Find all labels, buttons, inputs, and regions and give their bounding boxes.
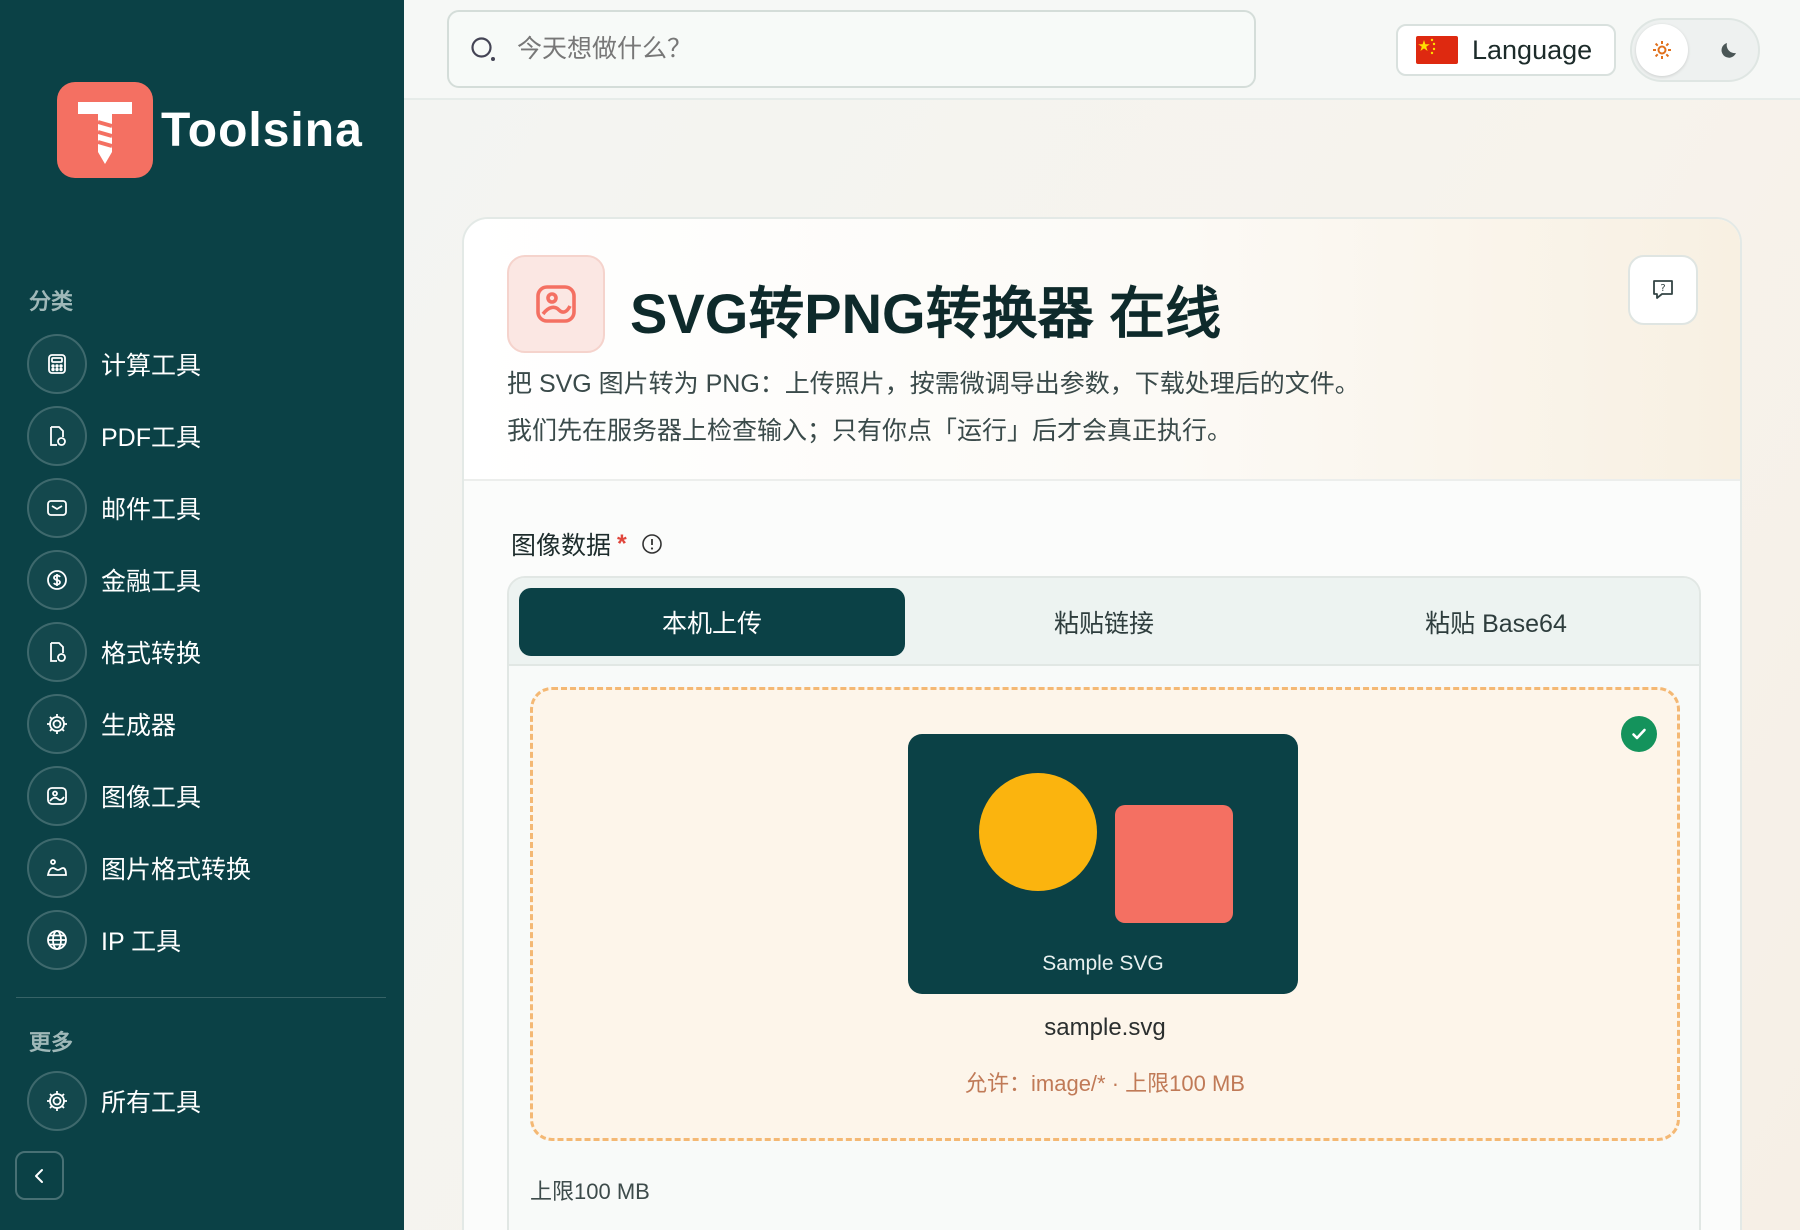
topbar: Language: [404, 0, 1800, 100]
sidebar-item-label: PDF工具: [101, 424, 202, 452]
tab-paste-base64[interactable]: 粘贴 Base64: [1303, 588, 1689, 656]
size-limit: 上限100 MB: [530, 1179, 650, 1204]
more-nav: 所有工具: [27, 1065, 387, 1137]
sidebar-item-label: 金融工具: [101, 568, 202, 596]
sidebar-item-ip[interactable]: IP 工具: [27, 904, 387, 976]
field-label-text: 图像数据: [511, 532, 612, 560]
required-mark: *: [617, 529, 627, 558]
moon-icon[interactable]: [1714, 34, 1746, 66]
tab-paste-link[interactable]: 粘贴链接: [911, 588, 1297, 656]
sidebar-item-generator[interactable]: 生成器: [27, 688, 387, 760]
sidebar-item-pdf[interactable]: PDF工具: [27, 400, 387, 472]
theme-toggle[interactable]: [1630, 18, 1760, 82]
input-tabs: 本机上传 粘贴链接 粘贴 Base64: [509, 578, 1699, 666]
preview-label: Sample SVG: [1042, 952, 1164, 975]
chip-icon: [27, 694, 87, 754]
svg-text:?: ?: [1660, 283, 1665, 294]
search-box[interactable]: [447, 10, 1256, 88]
tab-local-upload[interactable]: 本机上传: [519, 588, 905, 656]
sidebar-item-image[interactable]: 图像工具: [27, 760, 387, 832]
sidebar-item-label: 生成器: [101, 712, 177, 740]
chevron-left-icon: [34, 1168, 43, 1183]
sidebar-item-calculator[interactable]: 计算工具: [27, 328, 387, 400]
sidebar-item-label: 图片格式转换: [101, 856, 252, 884]
more-title: 更多: [29, 1030, 74, 1055]
convert-icon: [27, 622, 87, 682]
sidebar-item-all-tools[interactable]: 所有工具: [27, 1065, 387, 1137]
toolsina-logo-icon: [57, 82, 153, 178]
search-input[interactable]: [517, 34, 1217, 64]
tool-description-line-1: 把 SVG 图片转为 PNG：上传照片，按需微调导出参数，下载处理后的文件。: [507, 370, 1360, 398]
tool-description-line-2: 我们先在服务器上检查输入；只有你点「运行」后才会真正执行。: [507, 417, 1233, 445]
app-name: Toolsina: [161, 103, 363, 157]
picture-convert-icon: [27, 838, 87, 898]
sidebar-item-label: 邮件工具: [101, 496, 202, 524]
globe-icon: [27, 910, 87, 970]
sidebar-item-label: 格式转换: [101, 640, 202, 668]
collapse-sidebar-button[interactable]: [15, 1151, 64, 1200]
dollar-icon: [27, 550, 87, 610]
image-preview: Sample SVG: [908, 734, 1298, 994]
sidebar-item-label: IP 工具: [101, 928, 182, 956]
input-tabs-panel: 本机上传 粘贴链接 粘贴 Base64 Sample SVG sample.sv…: [507, 576, 1701, 1230]
chip-icon: [27, 1071, 87, 1131]
sidebar-item-label: 图像工具: [101, 784, 202, 812]
feedback-button[interactable]: ?: [1628, 255, 1698, 325]
tool-header: SVG转PNG转换器 在线 ? 把 SVG 图片转为 PNG：上传照片，按需微调…: [464, 219, 1740, 481]
tool-card: SVG转PNG转换器 在线 ? 把 SVG 图片转为 PNG：上传照片，按需微调…: [462, 217, 1742, 1230]
mail-icon: [27, 478, 87, 538]
sidebar-item-picture-convert[interactable]: 图片格式转换: [27, 832, 387, 904]
question-bubble-icon: ?: [1653, 280, 1673, 299]
category-nav: 计算工具 PDF工具 邮件工具 金融工具 格式转换 生成器 图像工具 图片格式转…: [27, 328, 387, 976]
sidebar-item-format[interactable]: 格式转换: [27, 616, 387, 688]
category-title: 分类: [29, 289, 74, 314]
sidebar-item-mail[interactable]: 邮件工具: [27, 472, 387, 544]
file-dropzone[interactable]: Sample SVG sample.svg 允许：image/* · 上限100…: [530, 687, 1680, 1141]
sun-icon[interactable]: [1636, 24, 1688, 76]
calculator-icon: [27, 334, 87, 394]
language-label: Language: [1472, 34, 1593, 65]
sidebar-item-finance[interactable]: 金融工具: [27, 544, 387, 616]
sidebar-item-label: 所有工具: [101, 1089, 202, 1117]
search-icon: [471, 37, 495, 61]
page-title: SVG转PNG转换器 在线: [630, 282, 1222, 345]
sidebar: Toolsina 分类 计算工具 PDF工具 邮件工具 金融工具 格式转换 生成…: [0, 0, 404, 1230]
image-icon: [507, 255, 605, 353]
image-icon: [27, 766, 87, 826]
document-icon: [27, 406, 87, 466]
sidebar-item-label: 计算工具: [101, 352, 202, 380]
sidebar-divider: [16, 997, 386, 998]
preview-square: [1115, 805, 1233, 923]
info-icon[interactable]: [641, 533, 663, 555]
preview-circle: [979, 773, 1097, 891]
language-button[interactable]: Language: [1396, 24, 1616, 76]
allowed-types: 允许：image/* · 上限100 MB: [965, 1071, 1245, 1096]
file-name: sample.svg: [1044, 1014, 1166, 1041]
field-label: 图像数据 *: [511, 526, 663, 562]
china-flag-icon: [1416, 36, 1458, 64]
logo[interactable]: Toolsina: [57, 82, 363, 178]
check-icon: [1621, 716, 1657, 752]
